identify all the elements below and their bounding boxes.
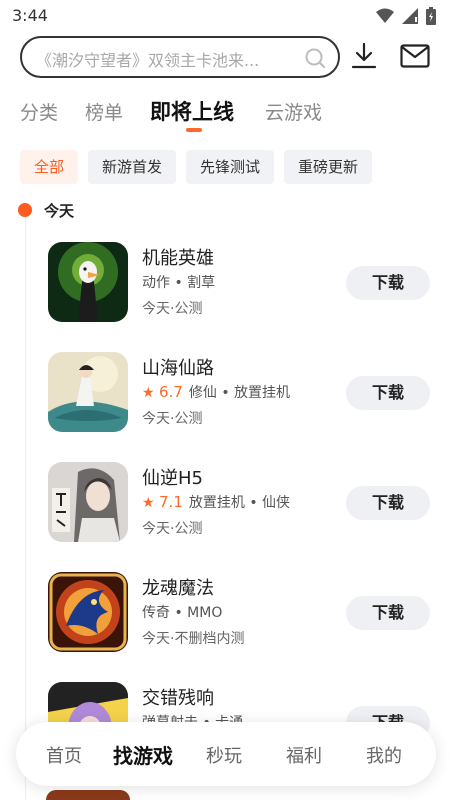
top-bar: 《潮汐守望者》双领主卡池来... [0, 32, 450, 88]
filter-new-release[interactable]: 新游首发 [88, 150, 177, 184]
download-button[interactable]: 下载 [346, 486, 430, 520]
status-bar: 3:44 [0, 0, 450, 32]
game-item[interactable]: 机能英雄 动作 • 割草 今天·公测 下载 [46, 242, 436, 326]
download-button[interactable]: 下载 [346, 596, 430, 630]
game-item[interactable]: 龙魂魔法 传奇 • MMO 今天·不删档内测 下载 [46, 572, 436, 656]
download-button[interactable]: 下载 [346, 376, 430, 410]
nav-profile[interactable]: 我的 [366, 742, 402, 768]
mail-icon[interactable] [400, 44, 430, 68]
game-name: 交错残响 [142, 688, 214, 709]
game-name: 机能英雄 [142, 248, 214, 269]
game-item[interactable]: 仙逆H5 ★ 7.1 放置挂机 • 仙侠 今天·公测 下载 [46, 462, 436, 546]
battery-icon [426, 7, 436, 25]
game-tags: ★ 6.7 修仙 • 放置挂机 [142, 383, 291, 401]
tab-upcoming[interactable]: 即将上线 [150, 96, 234, 126]
game-tags: 动作 • 割草 [142, 275, 216, 291]
game-name: 龙魂魔法 [142, 578, 214, 599]
star-icon: ★ [142, 495, 155, 511]
filter-all[interactable]: 全部 [20, 150, 79, 184]
tab-cloud-games[interactable]: 云游戏 [265, 98, 322, 125]
status-time: 3:44 [12, 6, 48, 25]
bottom-nav: 首页 找游戏 秒玩 福利 我的 [16, 722, 436, 786]
game-tags: ★ 7.1 放置挂机 • 仙侠 [142, 493, 291, 511]
game-item[interactable]: 山海仙路 ★ 6.7 修仙 • 放置挂机 今天·公测 下载 [46, 352, 436, 436]
nav-instant-play[interactable]: 秒玩 [206, 742, 242, 768]
game-thumbnail[interactable] [48, 352, 128, 432]
day-label: 今天 [44, 202, 75, 220]
release-info: 今天·不删档内测 [142, 631, 245, 647]
tab-rankings[interactable]: 榜单 [85, 98, 123, 125]
star-icon: ★ [142, 385, 155, 401]
game-name: 山海仙路 [142, 358, 214, 379]
search-placeholder: 《潮汐守望者》双领主卡池来... [36, 51, 260, 70]
download-button[interactable]: 下载 [346, 266, 430, 300]
game-tags: 传奇 • MMO [142, 605, 223, 621]
game-thumbnail[interactable] [48, 242, 128, 322]
filter-chips: 全部 新游首发 先锋测试 重磅更新 [20, 150, 373, 186]
nav-home[interactable]: 首页 [46, 742, 82, 768]
nav-find-games[interactable]: 找游戏 [113, 740, 173, 769]
category-tabs: 分类 榜单 即将上线 云游戏 [0, 92, 450, 136]
signal-icon [402, 8, 418, 24]
release-info: 今天·公测 [142, 411, 203, 427]
filter-pioneer-test[interactable]: 先锋测试 [186, 150, 275, 184]
timeline-dot [18, 203, 32, 217]
filter-major-update[interactable]: 重磅更新 [284, 150, 373, 184]
search-icon[interactable] [304, 47, 326, 69]
next-game-thumbnail-peek [46, 790, 130, 800]
game-thumbnail[interactable] [48, 572, 128, 652]
game-name: 仙逆H5 [142, 468, 203, 489]
active-tab-indicator [186, 128, 202, 132]
timeline-line [25, 216, 26, 800]
game-thumbnail[interactable] [48, 462, 128, 542]
tab-categories[interactable]: 分类 [20, 98, 58, 125]
download-icon[interactable] [350, 42, 378, 70]
release-info: 今天·公测 [142, 301, 203, 317]
search-input[interactable]: 《潮汐守望者》双领主卡池来... [20, 36, 340, 78]
status-icons [376, 7, 436, 25]
wifi-icon [376, 8, 394, 23]
nav-welfare[interactable]: 福利 [286, 742, 322, 768]
release-info: 今天·公测 [142, 521, 203, 537]
game-score: 6.7 [159, 383, 183, 401]
game-score: 7.1 [159, 493, 183, 511]
